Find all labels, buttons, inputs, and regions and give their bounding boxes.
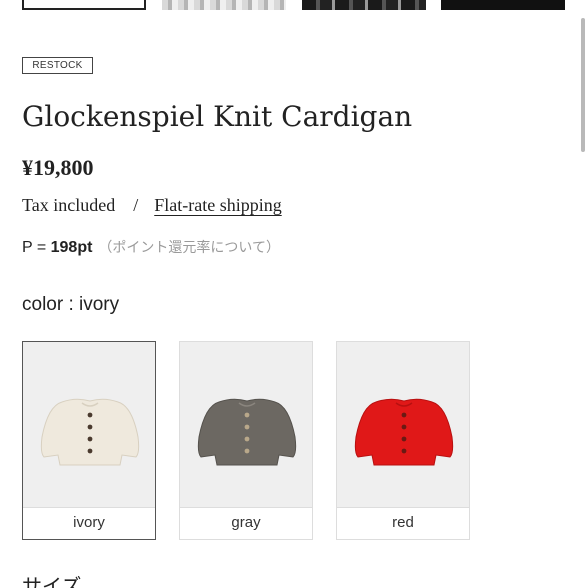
separator: / bbox=[133, 195, 139, 215]
color-option-name: gray bbox=[231, 514, 261, 531]
color-option-ivory[interactable]: ivory bbox=[22, 341, 156, 540]
product-price: ¥19,800 bbox=[22, 155, 94, 180]
thumbnail-1-selected[interactable] bbox=[22, 0, 146, 10]
color-option-name: red bbox=[392, 514, 414, 531]
color-option-gray[interactable]: gray bbox=[179, 341, 313, 540]
color-label: color : ivory bbox=[22, 294, 120, 315]
color-option-image bbox=[337, 342, 469, 508]
thumbnail-2[interactable] bbox=[162, 0, 286, 10]
tax-note: Tax included bbox=[22, 195, 116, 215]
color-option-red[interactable]: red bbox=[336, 341, 470, 540]
points-rate-link[interactable]: （ポイント還元率について） bbox=[98, 239, 280, 255]
cardigan-image bbox=[40, 398, 140, 466]
color-option-name: ivory bbox=[73, 514, 105, 531]
tax-shipping-row: Tax included / Flat-rate shipping bbox=[22, 193, 282, 217]
points-value: 198pt bbox=[50, 239, 93, 256]
size-label: サイズ bbox=[22, 576, 82, 588]
product-page: RESTOCK Glockenspiel Knit Cardigan ¥19,8… bbox=[0, 0, 588, 588]
color-option-image bbox=[23, 342, 155, 508]
cardigan-image bbox=[197, 398, 297, 466]
points-row: P = 198pt （ポイント還元率について） bbox=[22, 236, 280, 259]
thumbnail-3[interactable] bbox=[302, 0, 426, 10]
scrollbar[interactable] bbox=[581, 18, 585, 152]
thumbnail-strip bbox=[0, 0, 588, 12]
color-option-image bbox=[180, 342, 312, 508]
points-prefix: P = bbox=[22, 239, 51, 256]
cardigan-image bbox=[354, 398, 454, 466]
thumbnail-4[interactable] bbox=[441, 0, 565, 10]
flat-rate-shipping-link[interactable]: Flat-rate shipping bbox=[154, 195, 281, 215]
restock-badge: RESTOCK bbox=[22, 57, 93, 74]
product-title: Glockenspiel Knit Cardigan bbox=[22, 100, 413, 133]
